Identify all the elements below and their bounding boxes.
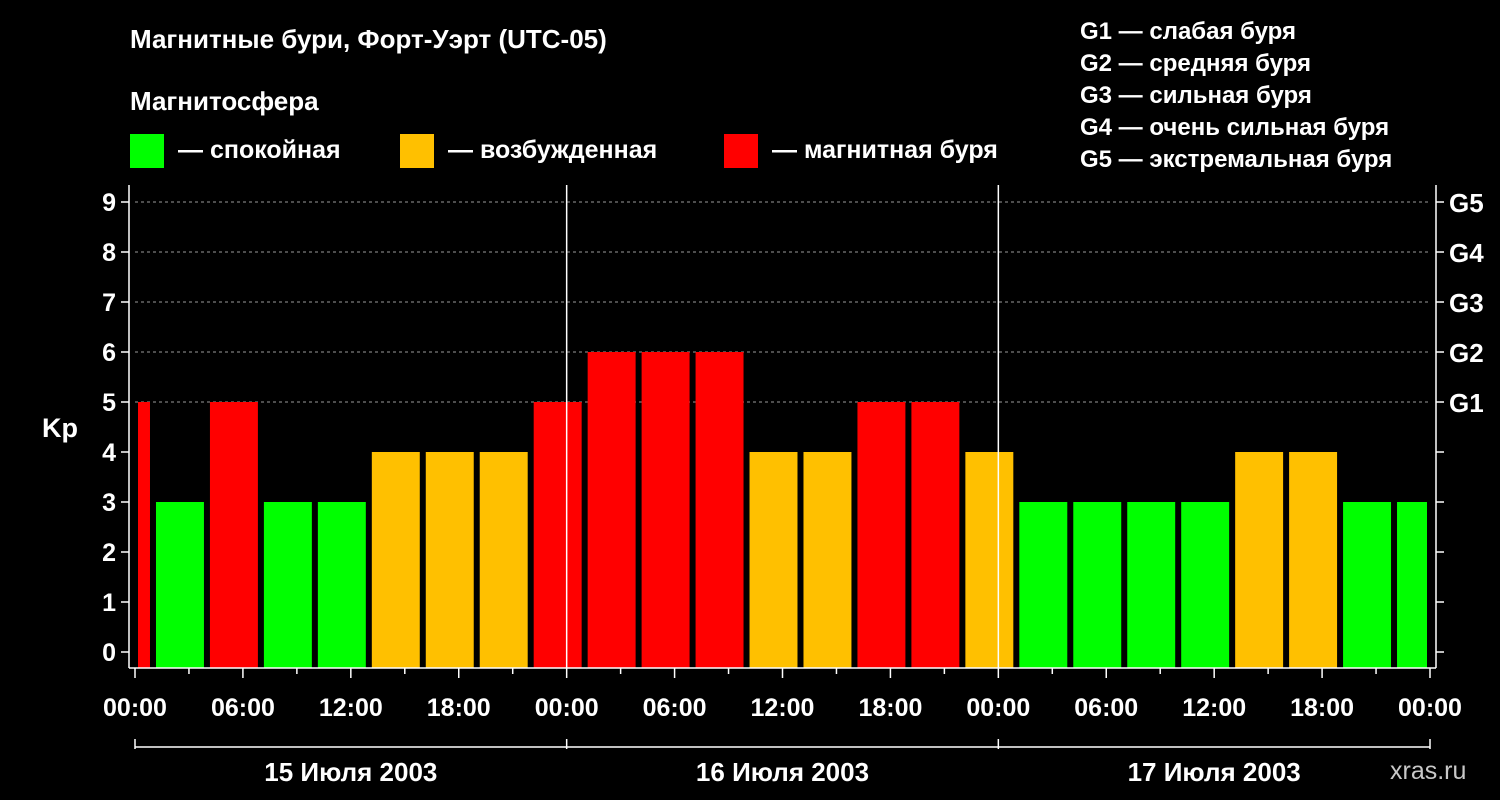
kp-bar-2 [155, 502, 204, 668]
day-label-3: 17 Июля 2003 [1128, 757, 1301, 787]
kp-bar-12 [695, 352, 744, 668]
x-tick-label-8: 00:00 [966, 694, 1030, 722]
storm-level-label-g5: G5 [1449, 188, 1484, 218]
x-tick-label-7: 18:00 [858, 694, 922, 722]
kp-bar-17 [965, 452, 1014, 668]
y-tick-label-6: 6 [102, 339, 116, 367]
y-tick-label-3: 3 [102, 489, 116, 517]
kp-bar-3 [209, 402, 258, 668]
x-tick-label-10: 12:00 [1182, 694, 1246, 722]
kp-bar-16 [911, 402, 960, 668]
x-tick-label-11: 18:00 [1290, 694, 1354, 722]
storm-level-label-g4: G4 [1449, 238, 1484, 268]
kp-bar-chart: 0 1 2 3 4 5 6 7 8 9 G1 G2 G3 G4 G5 00:00 06:00 12:00 18:00… [102, 185, 1484, 787]
kp-bar-22 [1235, 452, 1284, 668]
kp-bar-25 [1397, 502, 1427, 668]
kp-bar-8 [479, 452, 528, 668]
y-tick-label-9: 9 [102, 189, 116, 217]
kp-bar-10 [587, 352, 636, 668]
x-tick-label-3: 18:00 [427, 694, 491, 722]
y-tick-label-2: 2 [102, 539, 116, 567]
kp-bar-4 [263, 502, 312, 668]
storm-level-label-g1: G1 [1449, 388, 1484, 418]
y-tick-label-8: 8 [102, 239, 116, 267]
y-tick-label-5: 5 [102, 389, 116, 417]
x-tick-label-4: 00:00 [535, 694, 599, 722]
kp-bar-11 [641, 352, 690, 668]
kp-bar-21 [1181, 502, 1230, 668]
y-tick-label-0: 0 [102, 639, 116, 667]
kp-bar-24 [1343, 502, 1392, 668]
day-label-1: 15 Июля 2003 [264, 757, 437, 787]
kp-bar-7 [425, 452, 474, 668]
kp-bar-14 [803, 452, 852, 668]
x-tick-label-9: 06:00 [1074, 694, 1138, 722]
x-tick-label-5: 06:00 [643, 694, 707, 722]
storm-level-label-g2: G2 [1449, 338, 1484, 368]
kp-bar-20 [1127, 502, 1176, 668]
kp-bar-6 [371, 452, 420, 668]
x-tick-label-1: 06:00 [211, 694, 275, 722]
kp-bar-9 [533, 402, 582, 668]
y-tick-label-4: 4 [102, 439, 116, 467]
kp-bar-1 [138, 402, 150, 668]
x-tick-label-12: 00:00 [1398, 694, 1462, 722]
x-tick-label-6: 12:00 [751, 694, 815, 722]
x-tick-label-2: 12:00 [319, 694, 383, 722]
kp-bar-5 [317, 502, 366, 668]
kp-bar-18 [1019, 502, 1068, 668]
day-label-2: 16 Июля 2003 [696, 757, 869, 787]
y-tick-label-1: 1 [102, 589, 116, 617]
kp-bar-23 [1289, 452, 1338, 668]
x-tick-label-0: 00:00 [103, 694, 167, 722]
watermark: xras.ru [1390, 757, 1467, 785]
kp-bar-15 [857, 402, 906, 668]
kp-bar-19 [1073, 502, 1122, 668]
y-tick-label-7: 7 [102, 289, 116, 317]
kp-bar-13 [749, 452, 798, 668]
storm-level-label-g3: G3 [1449, 288, 1484, 318]
